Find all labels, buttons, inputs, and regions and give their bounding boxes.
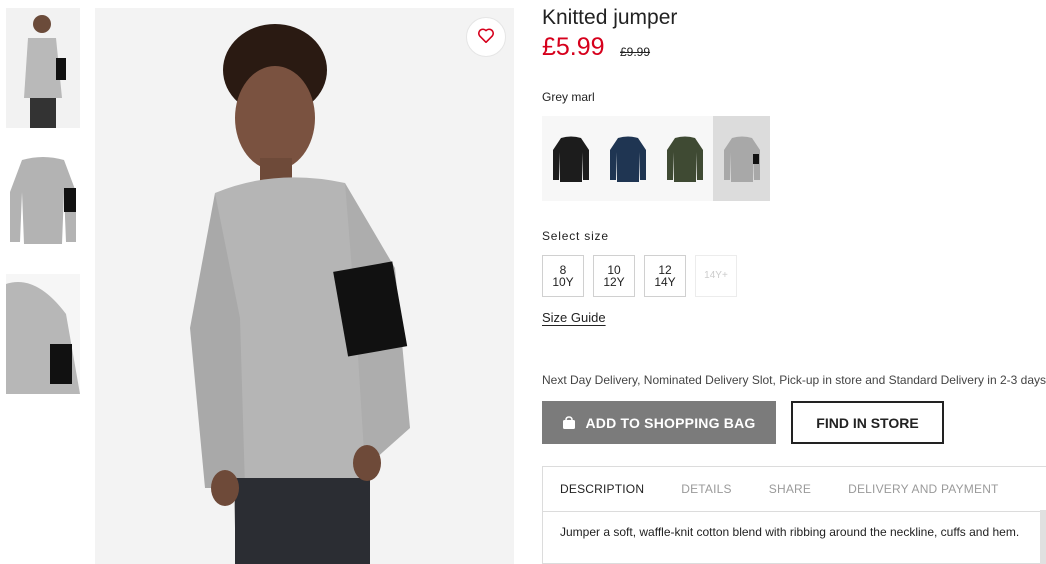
thumbnail-1[interactable] xyxy=(6,8,80,128)
favorite-button[interactable] xyxy=(466,17,506,57)
size-line2: 10Y xyxy=(552,275,574,289)
delivery-info: Next Day Delivery, Nominated Delivery Sl… xyxy=(542,373,1046,387)
swatch-grey-image xyxy=(723,136,760,182)
shopping-bag-icon xyxy=(562,415,576,430)
tab-delivery-payment[interactable]: DELIVERY AND PAYMENT xyxy=(848,482,999,496)
tab-description[interactable]: DESCRIPTION xyxy=(560,482,644,496)
old-price: £9.99 xyxy=(620,45,651,59)
thumbnail-3[interactable] xyxy=(6,274,80,394)
product-title: Knitted jumper xyxy=(542,6,678,29)
tab-details[interactable]: DETAILS xyxy=(681,482,732,496)
find-in-store-button[interactable]: FIND IN STORE xyxy=(791,401,944,444)
swatch-grey-marl[interactable] xyxy=(713,116,770,201)
size-10-12y[interactable]: 10 12Y xyxy=(593,255,635,297)
thumbnail-2[interactable] xyxy=(6,152,80,248)
swatch-navy-image xyxy=(609,136,646,182)
size-12-14y[interactable]: 12 14Y xyxy=(644,255,686,297)
color-swatches xyxy=(542,116,770,201)
size-line1: 14Y+ xyxy=(704,270,728,281)
tab-share[interactable]: SHARE xyxy=(769,482,811,496)
tab-bar: DESCRIPTION DETAILS SHARE DELIVERY AND P… xyxy=(543,467,1046,512)
size-guide-link[interactable]: Size Guide xyxy=(542,310,606,325)
size-8-10y[interactable]: 8 10Y xyxy=(542,255,584,297)
product-info-tabs: DESCRIPTION DETAILS SHARE DELIVERY AND P… xyxy=(542,466,1046,564)
swatch-navy[interactable] xyxy=(599,116,656,201)
product-price: £5.99 xyxy=(542,33,605,61)
swatch-khaki[interactable] xyxy=(656,116,713,201)
main-product-image xyxy=(95,8,514,564)
scrollbar[interactable] xyxy=(1040,510,1046,564)
heart-icon xyxy=(477,27,495,48)
size-line2: 14Y xyxy=(654,275,676,289)
size-line2: 12Y xyxy=(603,275,625,289)
size-options: 8 10Y 10 12Y 12 14Y 14Y+ xyxy=(542,255,746,297)
add-to-bag-button[interactable]: ADD TO SHOPPING BAG xyxy=(542,401,776,444)
size-14y-plus: 14Y+ xyxy=(695,255,737,297)
swatch-khaki-image xyxy=(666,136,703,182)
swatch-black[interactable] xyxy=(542,116,599,201)
selected-color-label: Grey marl xyxy=(542,90,595,104)
description-text: Jumper a soft, waffle-knit cotton blend … xyxy=(560,525,1020,539)
select-size-label: Select size xyxy=(542,229,609,243)
swatch-black-image xyxy=(552,136,589,182)
add-to-bag-label: ADD TO SHOPPING BAG xyxy=(585,414,756,431)
